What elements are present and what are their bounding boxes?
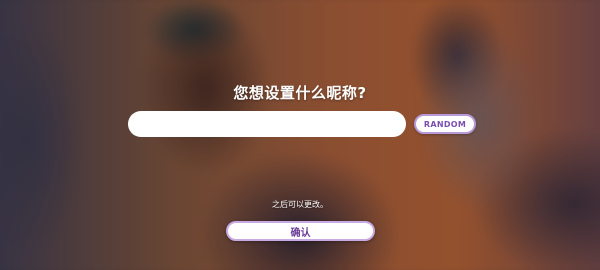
confirm-button[interactable]: 确认 [226,221,375,241]
change-later-hint: 之后可以更改。 [272,200,328,209]
dialog-title: 您想设置什么昵称? [233,84,367,102]
nickname-input[interactable] [128,111,406,137]
random-name-button[interactable]: RANDOM [414,114,476,134]
nickname-screen: 您想设置什么昵称? RANDOM 之后可以更改。 确认 [0,0,600,270]
